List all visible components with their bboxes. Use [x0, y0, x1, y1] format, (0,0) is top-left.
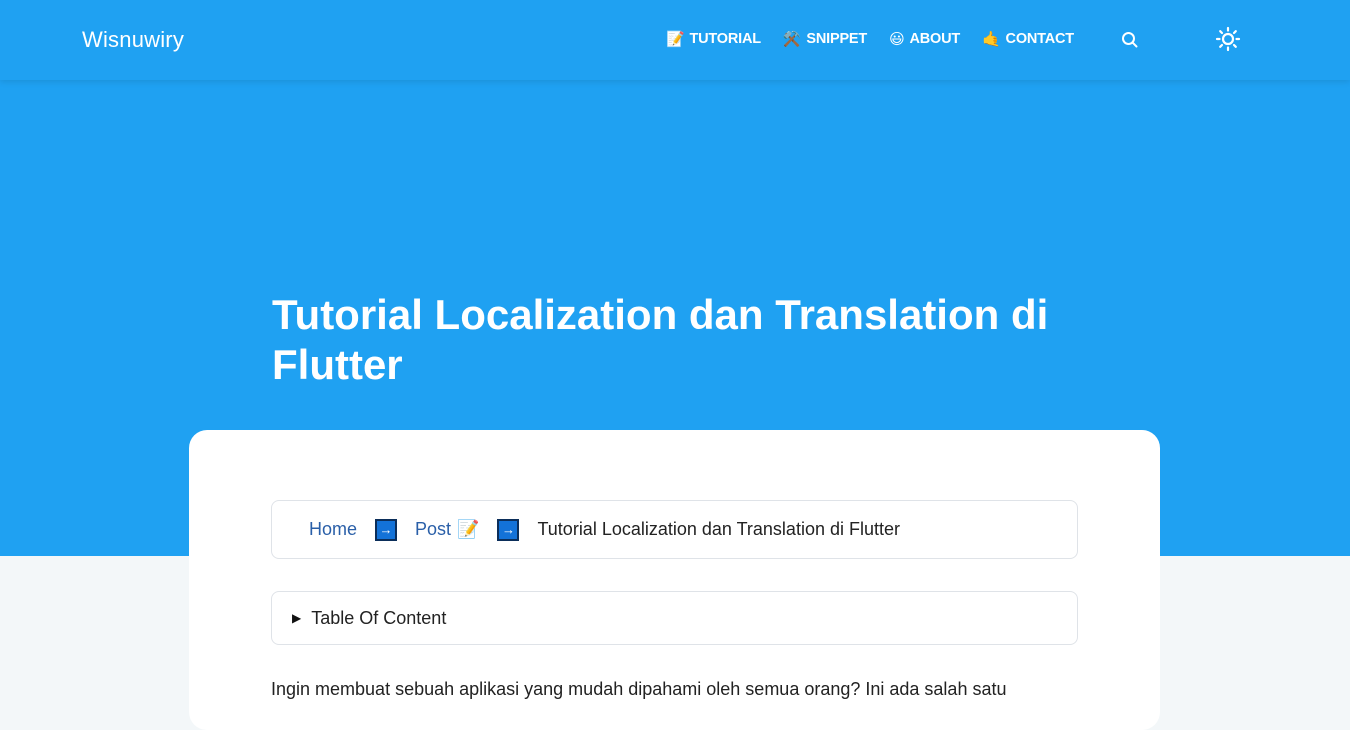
nav-contact-label: CONTACT	[1005, 31, 1075, 47]
main-nav: 📝 TUTORIAL ⚒️ SNIPPET 😃 ABOUT 🤙 CONTACT	[666, 30, 1074, 48]
call-me-hand-icon: 🤙	[982, 31, 1001, 48]
site-logo[interactable]: Wisnuwiry	[82, 27, 184, 53]
breadcrumb-post[interactable]: Post	[415, 519, 451, 540]
nav-about-label: ABOUT	[909, 31, 961, 47]
theme-toggle-button[interactable]	[1215, 26, 1241, 52]
nav-tutorial-label: TUTORIAL	[689, 31, 761, 47]
nav-tutorial[interactable]: 📝 TUTORIAL	[666, 30, 761, 48]
breadcrumb-current: Tutorial Localization dan Translation di…	[537, 519, 900, 539]
nav-about[interactable]: 😃 ABOUT	[889, 30, 960, 48]
memo-icon: 📝	[666, 31, 685, 48]
nav-snippet-label: SNIPPET	[806, 31, 868, 47]
breadcrumb-home[interactable]: Home	[309, 519, 357, 540]
toc-label: Table Of Content	[311, 607, 447, 628]
search-icon	[1122, 32, 1138, 48]
site-header: Wisnuwiry 📝 TUTORIAL ⚒️ SNIPPET 😃 ABOUT …	[0, 0, 1350, 80]
memo-icon: 📝	[457, 519, 480, 539]
breadcrumb: Home → Post 📝 → Tutorial Localization da…	[271, 500, 1078, 559]
nav-snippet[interactable]: ⚒️ SNIPPET	[783, 30, 867, 48]
content-card: Home → Post 📝 → Tutorial Localization da…	[189, 430, 1160, 730]
smiley-icon: 😃	[889, 31, 905, 48]
table-of-content-toggle[interactable]: ▶ Table Of Content	[271, 591, 1078, 645]
arrow-right-icon: →	[497, 518, 520, 541]
sun-icon	[1215, 26, 1241, 52]
arrow-right-icon: →	[375, 518, 398, 541]
search-button[interactable]	[1120, 30, 1140, 50]
disclosure-triangle-icon: ▶	[292, 611, 302, 625]
intro-paragraph: Ingin membuat sebuah aplikasi yang mudah…	[271, 679, 1007, 699]
hammer-pick-icon: ⚒️	[782, 31, 802, 48]
nav-contact[interactable]: 🤙 CONTACT	[982, 30, 1074, 48]
page-title: Tutorial Localization dan Translation di…	[272, 291, 1049, 388]
